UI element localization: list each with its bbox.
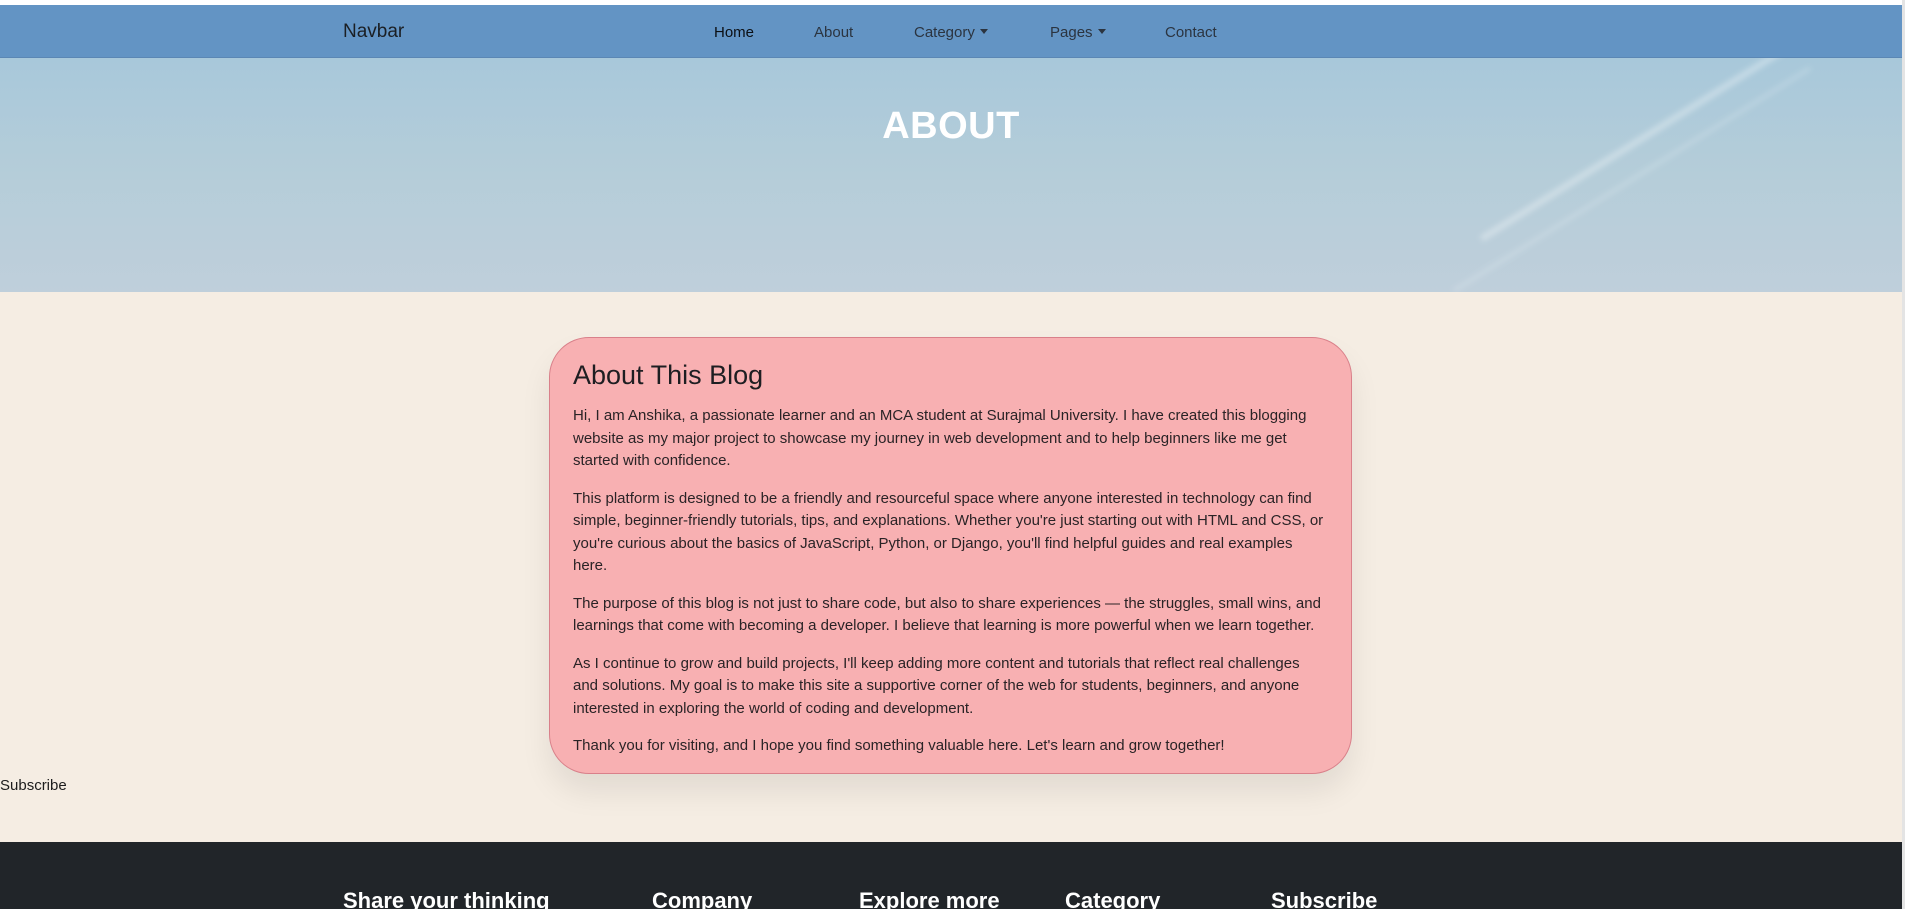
nav-link-about[interactable]: About [814,24,853,41]
nav-dropdown-category-label: Category [914,24,975,41]
footer-heading-company: Company [652,888,753,909]
chevron-down-icon [1097,29,1106,34]
footer-heading-share: Share your thinking [343,888,550,909]
footer-heading-subscribe: Subscribe [1271,888,1378,909]
nav-dropdown-category[interactable]: Category [914,24,988,41]
footer: Share your thinking Company Explore more… [0,842,1905,909]
nav-link-home[interactable]: Home [714,24,754,41]
hero-decoration [1479,58,1902,242]
about-card: About This Blog Hi, I am Anshika, a pass… [549,337,1352,774]
about-paragraph: Hi, I am Anshika, a passionate learner a… [573,407,1307,469]
about-paragraph: The purpose of this blog is not just to … [573,594,1321,635]
nav-link-contact[interactable]: Contact [1165,24,1217,41]
nav-dropdown-pages-label: Pages [1050,24,1093,41]
navbar: Navbar Home About Category Pages Contact [0,5,1905,58]
nav-dropdown-pages[interactable]: Pages [1050,24,1106,41]
footer-heading-category: Category [1065,888,1161,909]
about-paragraph: This platform is designed to be a friend… [573,489,1324,575]
hero-decoration [1453,66,1811,292]
about-card-title: About This Blog [573,360,764,390]
about-paragraph: Thank you for visiting, and I hope you f… [573,737,1225,754]
about-paragraph: As I continue to grow and build projects… [573,654,1300,717]
navbar-brand[interactable]: Navbar [343,21,404,43]
hero-banner: ABOUT [0,58,1902,292]
footer-heading-explore: Explore more [859,888,1000,909]
subscribe-label: Subscribe [0,777,67,794]
chevron-down-icon [979,29,988,34]
page-title: ABOUT [882,105,1020,147]
